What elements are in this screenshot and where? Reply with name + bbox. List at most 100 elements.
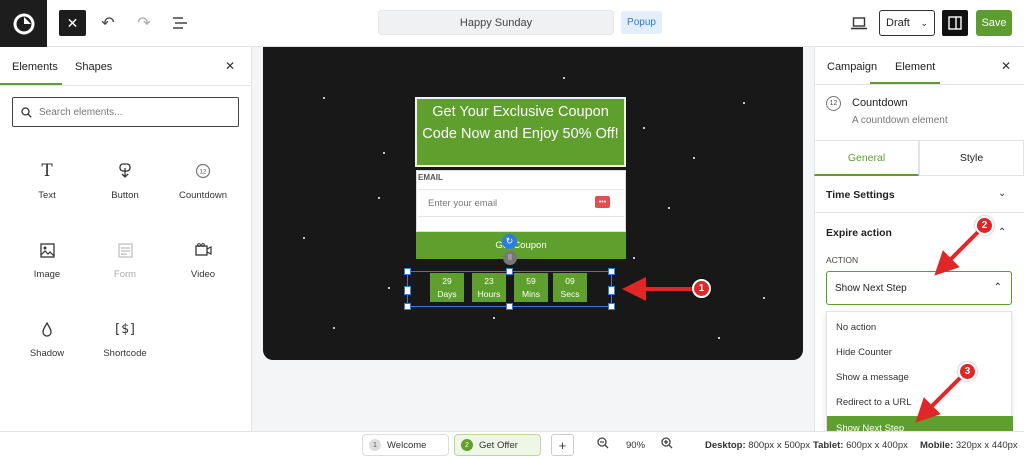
resize-handle[interactable] [506, 303, 513, 310]
email-field[interactable]: Enter your email [418, 189, 624, 217]
search-input[interactable]: Search elements... [12, 97, 239, 127]
annotation-badge-3: 3 [958, 362, 977, 381]
option-show-message[interactable]: Show a message [827, 365, 1013, 390]
divider [0, 85, 252, 86]
image-icon [12, 239, 82, 261]
countdown-icon: 12 [826, 96, 841, 111]
shadow-icon [12, 318, 82, 340]
chevron-up-icon: ⌃ [993, 282, 1002, 293]
action-select[interactable]: Show Next Step ⌃ [826, 271, 1012, 305]
element-label: Image [33, 269, 61, 280]
popup-type-badge[interactable]: Popup [621, 11, 662, 34]
chevron-up-icon[interactable]: ⌃ [998, 227, 1006, 238]
add-step-button[interactable]: + [551, 434, 574, 456]
step-number: 1 [369, 439, 381, 451]
status-select[interactable]: Draft ⌄ [879, 10, 935, 36]
email-label: EMAIL [418, 173, 443, 182]
element-countdown[interactable]: 12 Countdown [168, 160, 238, 201]
tab-campaign[interactable]: Campaign [827, 61, 877, 73]
plus-icon: + [558, 437, 567, 453]
close-panel-icon[interactable]: ✕ [225, 59, 235, 73]
resize-handle[interactable] [608, 268, 615, 275]
zoom-level: 90% [626, 440, 646, 451]
redo-button[interactable]: ↷ [133, 12, 155, 34]
panel-toggle-button[interactable] [942, 10, 968, 36]
text-icon: T [41, 161, 53, 181]
desktop-size: Desktop: 800px x 500px [705, 440, 810, 451]
countdown-unit: Secs [560, 289, 580, 299]
app-logo[interactable] [0, 0, 47, 47]
tab-element[interactable]: Element [895, 61, 935, 73]
resize-handle[interactable] [404, 286, 411, 295]
search-placeholder: Search elements... [39, 106, 123, 118]
get-coupon-button[interactable]: Get Coupon [416, 232, 626, 259]
tab-shapes[interactable]: Shapes [75, 61, 112, 73]
element-image[interactable]: Image [12, 239, 82, 280]
element-label: Form [113, 269, 137, 280]
resize-handle[interactable] [506, 268, 513, 275]
chevron-down-icon: ⌄ [920, 18, 928, 28]
svg-text:12: 12 [200, 170, 207, 176]
form-icon [90, 239, 160, 261]
action-label: ACTION [826, 255, 859, 265]
option-redirect-url[interactable]: Redirect to a URL [827, 390, 1013, 415]
step-label: Welcome [387, 439, 427, 451]
desktop-label: Desktop: [705, 440, 746, 451]
button-icon [90, 160, 160, 182]
option-no-action[interactable]: No action [827, 315, 1013, 340]
element-button[interactable]: Button [90, 160, 160, 201]
sidebar-icon [948, 16, 962, 30]
option-hide-counter[interactable]: Hide Counter [827, 340, 1013, 365]
element-form[interactable]: Form [90, 239, 160, 280]
rotate-handle-icon[interactable]: ↻ [502, 234, 517, 249]
tab-style[interactable]: Style [919, 140, 1024, 176]
device-preview-button[interactable] [848, 12, 870, 34]
video-icon [168, 239, 238, 261]
drag-handle-icon[interactable]: ⠿ [503, 251, 517, 265]
expire-action-header[interactable]: Expire action [826, 227, 892, 239]
campaign-title: Happy Sunday [459, 16, 533, 29]
resize-handle[interactable] [404, 303, 411, 310]
elements-panel: Elements Shapes ✕ Search elements... T T… [0, 47, 252, 431]
save-button[interactable]: Save [976, 10, 1012, 36]
mobile-value: 320px x 440px [955, 440, 1018, 451]
step-welcome[interactable]: 1 Welcome [362, 434, 449, 456]
element-shadow[interactable]: Shadow [12, 318, 82, 359]
countdown-secs: 09 Secs [553, 273, 587, 302]
close-icon: ✕ [66, 14, 79, 31]
element-label: Countdown [178, 190, 228, 201]
headline-text[interactable]: Get Your Exclusive Coupon Code Now and E… [415, 97, 626, 167]
zoom-in-button[interactable] [661, 437, 673, 452]
annotation-badge-2: 2 [975, 216, 994, 235]
tablet-label: Tablet: [813, 440, 844, 451]
element-text[interactable]: T Text [12, 160, 82, 201]
action-select-value: Show Next Step [835, 282, 907, 294]
logo-icon [13, 13, 34, 34]
tab-elements[interactable]: Elements [12, 61, 58, 73]
undo-button[interactable]: ↶ [97, 12, 119, 34]
close-panel-icon[interactable]: ✕ [1001, 59, 1011, 73]
chevron-down-icon[interactable]: ⌄ [998, 188, 1006, 199]
step-label: Get Offer [479, 439, 518, 451]
campaign-title-input[interactable]: Happy Sunday [378, 10, 614, 35]
element-video[interactable]: Video [168, 239, 238, 280]
layers-button[interactable] [169, 12, 191, 34]
annotation-badge-1: 1 [692, 279, 711, 298]
zoom-out-icon [597, 437, 609, 449]
resize-handle[interactable] [608, 303, 615, 310]
close-editor-button[interactable]: ✕ [59, 10, 86, 36]
step-get-offer[interactable]: 2 Get Offer [454, 434, 541, 456]
element-label: Shortcode [103, 348, 147, 359]
resize-handle[interactable] [608, 286, 615, 295]
time-settings-header[interactable]: Time Settings [826, 189, 895, 201]
resize-handle[interactable] [404, 268, 411, 275]
tab-general[interactable]: General [814, 140, 919, 176]
countdown-unit: Days [437, 289, 457, 299]
element-shortcode[interactable]: [$] Shortcode [90, 318, 160, 360]
countdown-unit: Mins [522, 289, 540, 299]
countdown-hours: 23 Hours [472, 273, 506, 302]
zoom-out-button[interactable] [597, 437, 609, 452]
countdown-value: 09 [565, 276, 575, 286]
password-manager-icon[interactable]: ••• [595, 196, 610, 208]
countdown-days: 29 Days [430, 273, 464, 302]
